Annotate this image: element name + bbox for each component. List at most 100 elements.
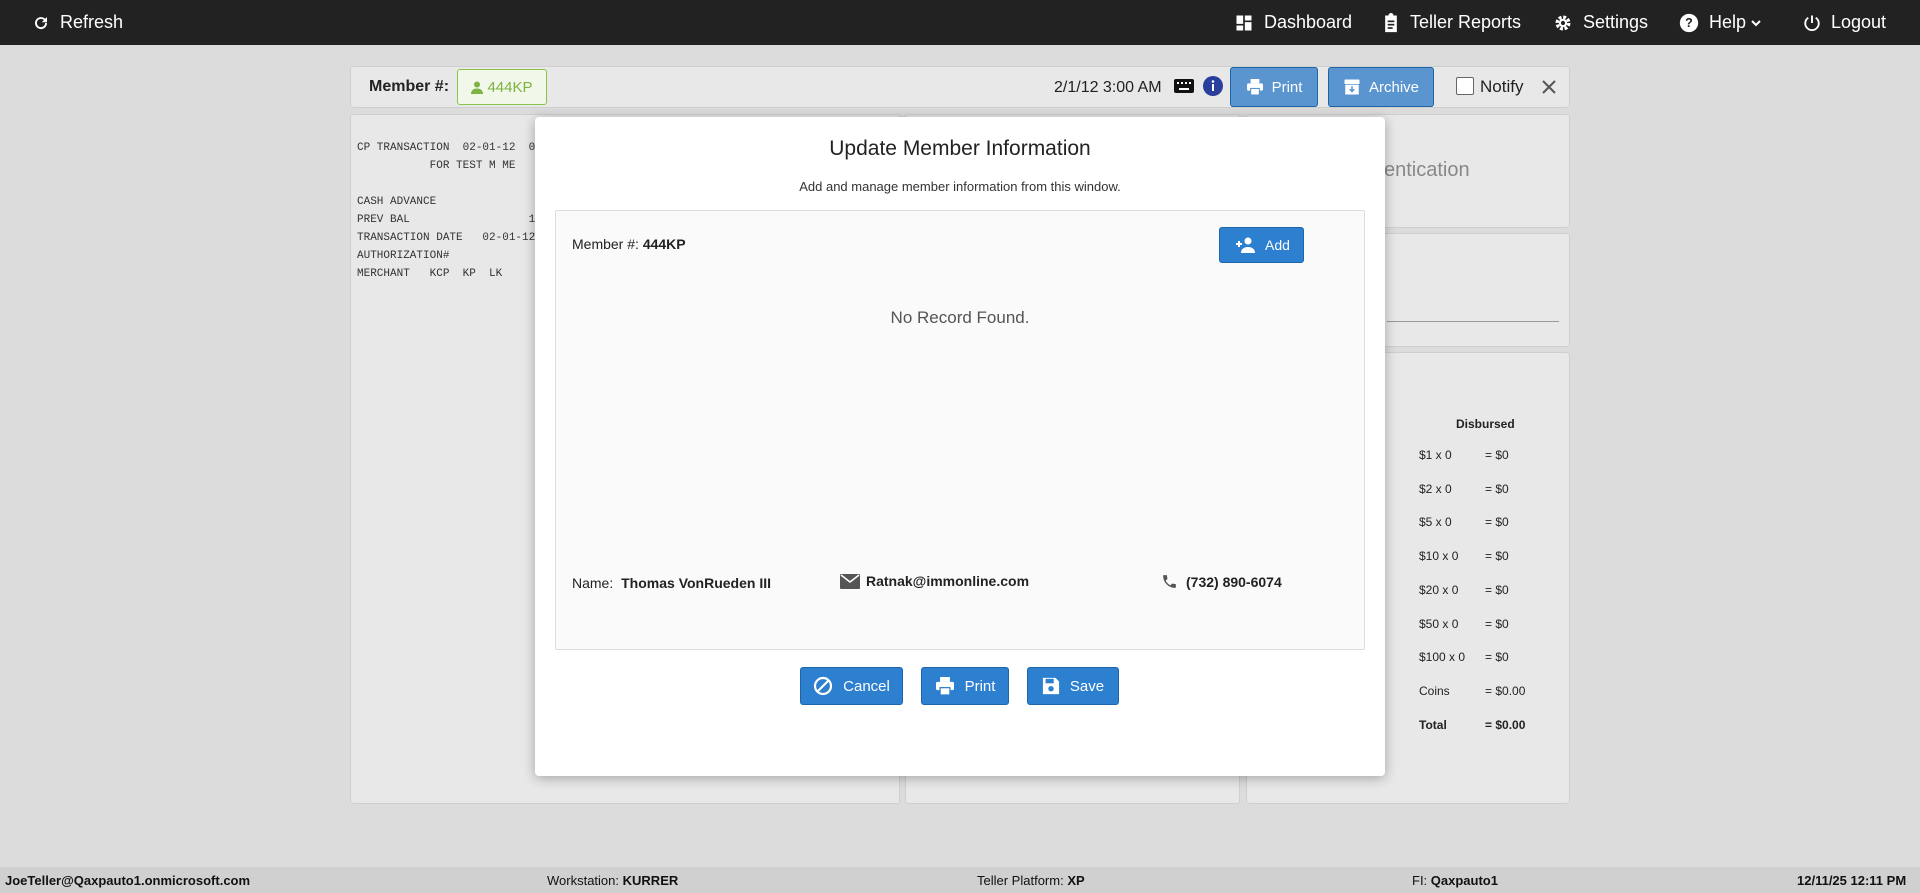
receipt-line: AUTHORIZATION# xyxy=(357,250,450,262)
receipt-line: FOR TEST M ME xyxy=(357,160,516,172)
modal-print-button[interactable]: Print xyxy=(921,667,1009,705)
update-member-modal: Update Member Information Add and manage… xyxy=(535,117,1385,776)
cancel-label: Cancel xyxy=(843,677,890,695)
teller-reports-label: Teller Reports xyxy=(1410,12,1522,32)
receipt-text: CP TRANSACTION 02-01-12 0 FOR TEST M ME … xyxy=(357,139,535,283)
denomination-value: = $0 xyxy=(1485,650,1509,665)
refresh-label: Refresh xyxy=(60,12,124,32)
status-user: JoeTeller@Qaxpauto1.onmicrosoft.com xyxy=(5,872,251,888)
receipt-line: CASH ADVANCE xyxy=(357,196,437,208)
platform-value: XP xyxy=(1067,872,1085,888)
logout-button[interactable]: Logout xyxy=(1803,0,1886,45)
info-icon[interactable] xyxy=(1203,76,1223,96)
workstation-label: Workstation: xyxy=(547,872,620,888)
keyboard-icon[interactable] xyxy=(1174,79,1194,93)
nav-teller-reports[interactable]: Teller Reports xyxy=(1382,0,1521,45)
member-name: Name: Thomas VonRueden III xyxy=(572,575,771,591)
user-icon xyxy=(471,81,484,94)
modal-member-label: Member #: xyxy=(572,236,639,252)
archive-label: Archive xyxy=(1368,78,1420,96)
phone-icon xyxy=(1163,575,1176,588)
name-value: Thomas VonRueden III xyxy=(621,575,771,591)
svg-text:?: ? xyxy=(1685,16,1693,30)
denomination-label: Coins xyxy=(1419,683,1450,698)
denomination-value: = $0 xyxy=(1485,549,1509,564)
fi-value: Qaxpauto1 xyxy=(1430,872,1498,888)
denomination-label: $50 x 0 xyxy=(1419,616,1459,631)
status-fi: FI: Qaxpauto1 xyxy=(1412,867,1498,893)
member-phone: (732) 890-6074 xyxy=(1161,573,1282,590)
add-member-label: Add xyxy=(1265,237,1290,253)
denomination-label: $100 x 0 xyxy=(1419,650,1466,665)
clipboard-icon xyxy=(1385,12,1397,32)
receipt-line: MERCHANT KCP KP LK xyxy=(357,268,503,280)
refresh-icon xyxy=(35,16,48,29)
denomination-value: = $0 xyxy=(1485,481,1509,496)
printer-icon xyxy=(935,677,954,695)
disbursed-header: Disbursed xyxy=(1456,417,1515,431)
chevron-down-icon xyxy=(1751,19,1761,26)
denomination-label: $5 x 0 xyxy=(1419,515,1452,530)
modal-print-label: Print xyxy=(964,677,996,695)
save-label: Save xyxy=(1069,677,1105,695)
denomination-label: Total xyxy=(1419,717,1447,732)
envelope-icon xyxy=(840,573,860,589)
close-icon[interactable] xyxy=(1541,79,1557,95)
status-datetime: 12/11/25 12:11 PM xyxy=(1797,872,1907,888)
modal-member-number: Member #: 444KP xyxy=(572,236,686,252)
no-record-message: No Record Found. xyxy=(890,308,1030,327)
help-label: Help xyxy=(1709,12,1747,32)
receipt-line: CP TRANSACTION 02-01-12 0 xyxy=(357,142,536,154)
member-email: Ratnak@immonline.com xyxy=(840,573,1029,589)
email-value: Ratnak@immonline.com xyxy=(866,573,1030,589)
member-number-badge[interactable]: 444KP xyxy=(457,69,547,105)
header-print-button[interactable]: Print xyxy=(1230,67,1318,107)
refresh-button[interactable]: Refresh xyxy=(32,0,123,45)
modal-subtitle: Add and manage member information from t… xyxy=(799,179,1121,194)
status-workstation: Workstation: KURRER xyxy=(547,867,678,893)
fi-label: FI: xyxy=(1412,872,1428,888)
logout-label: Logout xyxy=(1831,12,1887,32)
denomination-label: $1 x 0 xyxy=(1419,448,1452,462)
nav-help[interactable]: ? Help xyxy=(1679,0,1762,45)
transaction-datetime: 2/1/12 3:00 AM xyxy=(1054,79,1162,96)
help-icon: ? xyxy=(1679,13,1699,32)
denomination-label: $2 x 0 xyxy=(1419,481,1452,496)
archive-button[interactable]: Archive xyxy=(1328,67,1434,107)
receipt-line xyxy=(357,175,535,193)
save-button[interactable]: Save xyxy=(1027,667,1119,705)
power-icon xyxy=(1804,15,1820,31)
notify-checkbox[interactable] xyxy=(1456,77,1474,95)
notify-label: Notify xyxy=(1480,77,1524,96)
receipt-line: TRANSACTION DATE 02-01-12 xyxy=(357,232,536,244)
settings-label: Settings xyxy=(1583,12,1649,32)
dashboard-icon xyxy=(1236,15,1252,30)
archive-icon xyxy=(1344,79,1360,95)
name-label: Name: xyxy=(572,575,614,591)
member-info-panel: Member #: 444KP Add No Record Found. Nam… xyxy=(555,210,1365,650)
cancel-button[interactable]: Cancel xyxy=(800,667,903,705)
denomination-value: = $0 xyxy=(1485,616,1509,631)
member-number-value: 444KP xyxy=(487,78,533,96)
denomination-value: = $0 xyxy=(1485,448,1509,462)
printer-icon xyxy=(1246,79,1263,95)
status-bar: JoeTeller@Qaxpauto1.onmicrosoft.com Work… xyxy=(0,867,1920,893)
denomination-value: = $0 xyxy=(1485,515,1509,530)
modal-member-value: 444KP xyxy=(642,236,686,252)
gear-icon xyxy=(1555,15,1571,30)
dashboard-label: Dashboard xyxy=(1264,12,1353,32)
floppy-disk-icon xyxy=(1042,677,1059,695)
denomination-value: = $0 xyxy=(1485,582,1509,597)
top-navigation-bar: Refresh Dashboard Teller Reports Setting… xyxy=(0,0,1920,45)
cancel-icon xyxy=(814,676,833,696)
input-underline xyxy=(1387,321,1559,322)
add-member-button[interactable]: Add xyxy=(1219,227,1304,263)
receipt-line: PREV BAL 1 xyxy=(357,214,536,226)
denomination-label: $10 x 0 xyxy=(1419,549,1459,564)
nav-settings[interactable]: Settings xyxy=(1553,0,1648,45)
phone-value: (732) 890-6074 xyxy=(1186,573,1282,590)
nav-dashboard[interactable]: Dashboard xyxy=(1234,0,1352,45)
modal-title: Update Member Information xyxy=(829,137,1091,160)
workstation-value: KURRER xyxy=(622,872,679,888)
denomination-value: = $0.00 xyxy=(1485,683,1526,698)
